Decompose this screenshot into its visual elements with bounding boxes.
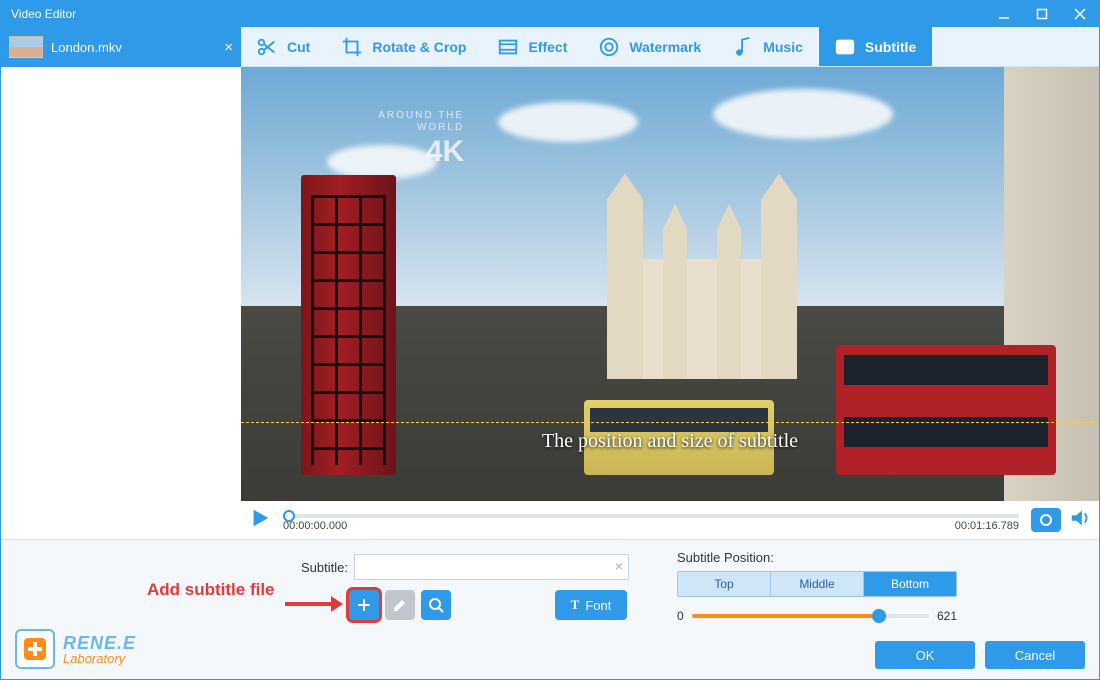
tab-watermark[interactable]: Watermark: [583, 27, 717, 66]
tab-subtitle[interactable]: Subtitle: [819, 27, 932, 66]
font-button[interactable]: T Font: [555, 590, 627, 620]
window-title: Video Editor: [11, 7, 76, 21]
watermark-icon: [597, 35, 621, 59]
preview-watermark: AROUND THE WORLD 4K: [378, 110, 464, 170]
clear-input-icon[interactable]: ×: [615, 558, 623, 574]
slider-max: 621: [937, 609, 957, 623]
ok-button[interactable]: OK: [875, 641, 975, 669]
position-segmented: Top Middle Bottom: [677, 571, 957, 597]
file-sidebar: London.mkv ×: [1, 27, 241, 539]
subtitle-guide-line: [241, 422, 1099, 423]
app-window: Video Editor London.mkv × Cut: [0, 0, 1100, 680]
title-bar: Video Editor: [1, 1, 1099, 27]
subtitle-overlay-text: The position and size of subtitle: [241, 430, 1099, 453]
tab-cut[interactable]: Cut: [241, 27, 326, 66]
minimize-button[interactable]: [985, 1, 1023, 27]
brand-logo: RENE.E Laboratory: [15, 629, 136, 669]
tab-music[interactable]: Music: [717, 27, 819, 66]
snapshot-button[interactable]: [1031, 508, 1061, 532]
position-slider[interactable]: [692, 614, 929, 618]
video-preview[interactable]: AROUND THE WORLD 4K The position and siz…: [241, 67, 1099, 501]
position-middle[interactable]: Middle: [770, 572, 863, 596]
file-thumbnail: [9, 36, 43, 58]
music-note-icon: [731, 35, 755, 59]
crop-icon: [340, 35, 364, 59]
close-file-icon[interactable]: ×: [224, 39, 233, 56]
search-subtitle-button[interactable]: [421, 590, 451, 620]
seek-slider[interactable]: [283, 514, 1019, 518]
subtitle-path-input[interactable]: [354, 554, 629, 580]
volume-button[interactable]: [1069, 507, 1091, 534]
add-subtitle-button[interactable]: [349, 590, 379, 620]
tool-toolbar: Cut Rotate & Crop Effect Watermark: [241, 27, 1099, 67]
edit-subtitle-button[interactable]: [385, 590, 415, 620]
maximize-button[interactable]: [1023, 1, 1061, 27]
file-name: London.mkv: [51, 40, 122, 55]
cancel-button[interactable]: Cancel: [985, 641, 1085, 669]
text-icon: T: [571, 597, 580, 613]
time-total: 00:01:16.789: [955, 520, 1019, 532]
position-top[interactable]: Top: [678, 572, 770, 596]
slider-min: 0: [677, 609, 684, 623]
position-label: Subtitle Position:: [677, 550, 977, 565]
tab-rotate-crop[interactable]: Rotate & Crop: [326, 27, 482, 66]
subtitle-panel: Subtitle: × T Font: [1, 539, 1099, 679]
close-window-button[interactable]: [1061, 1, 1099, 27]
subtitle-field-label: Subtitle:: [301, 560, 348, 575]
scissors-icon: [255, 35, 279, 59]
plus-logo-icon: [15, 629, 55, 669]
filmstrip-icon: [496, 35, 520, 59]
position-bottom[interactable]: Bottom: [863, 572, 956, 596]
file-tab[interactable]: London.mkv ×: [1, 27, 241, 67]
tab-effect[interactable]: Effect: [482, 27, 583, 66]
annotation-arrow-icon: [283, 594, 343, 614]
play-button[interactable]: [249, 507, 271, 534]
annotation-text: Add subtitle file: [147, 580, 275, 600]
subtitle-icon: [833, 35, 857, 59]
playback-bar: 00:00:00.000 00:01:16.789: [241, 501, 1099, 539]
time-current: 00:00:00.000: [283, 520, 347, 532]
